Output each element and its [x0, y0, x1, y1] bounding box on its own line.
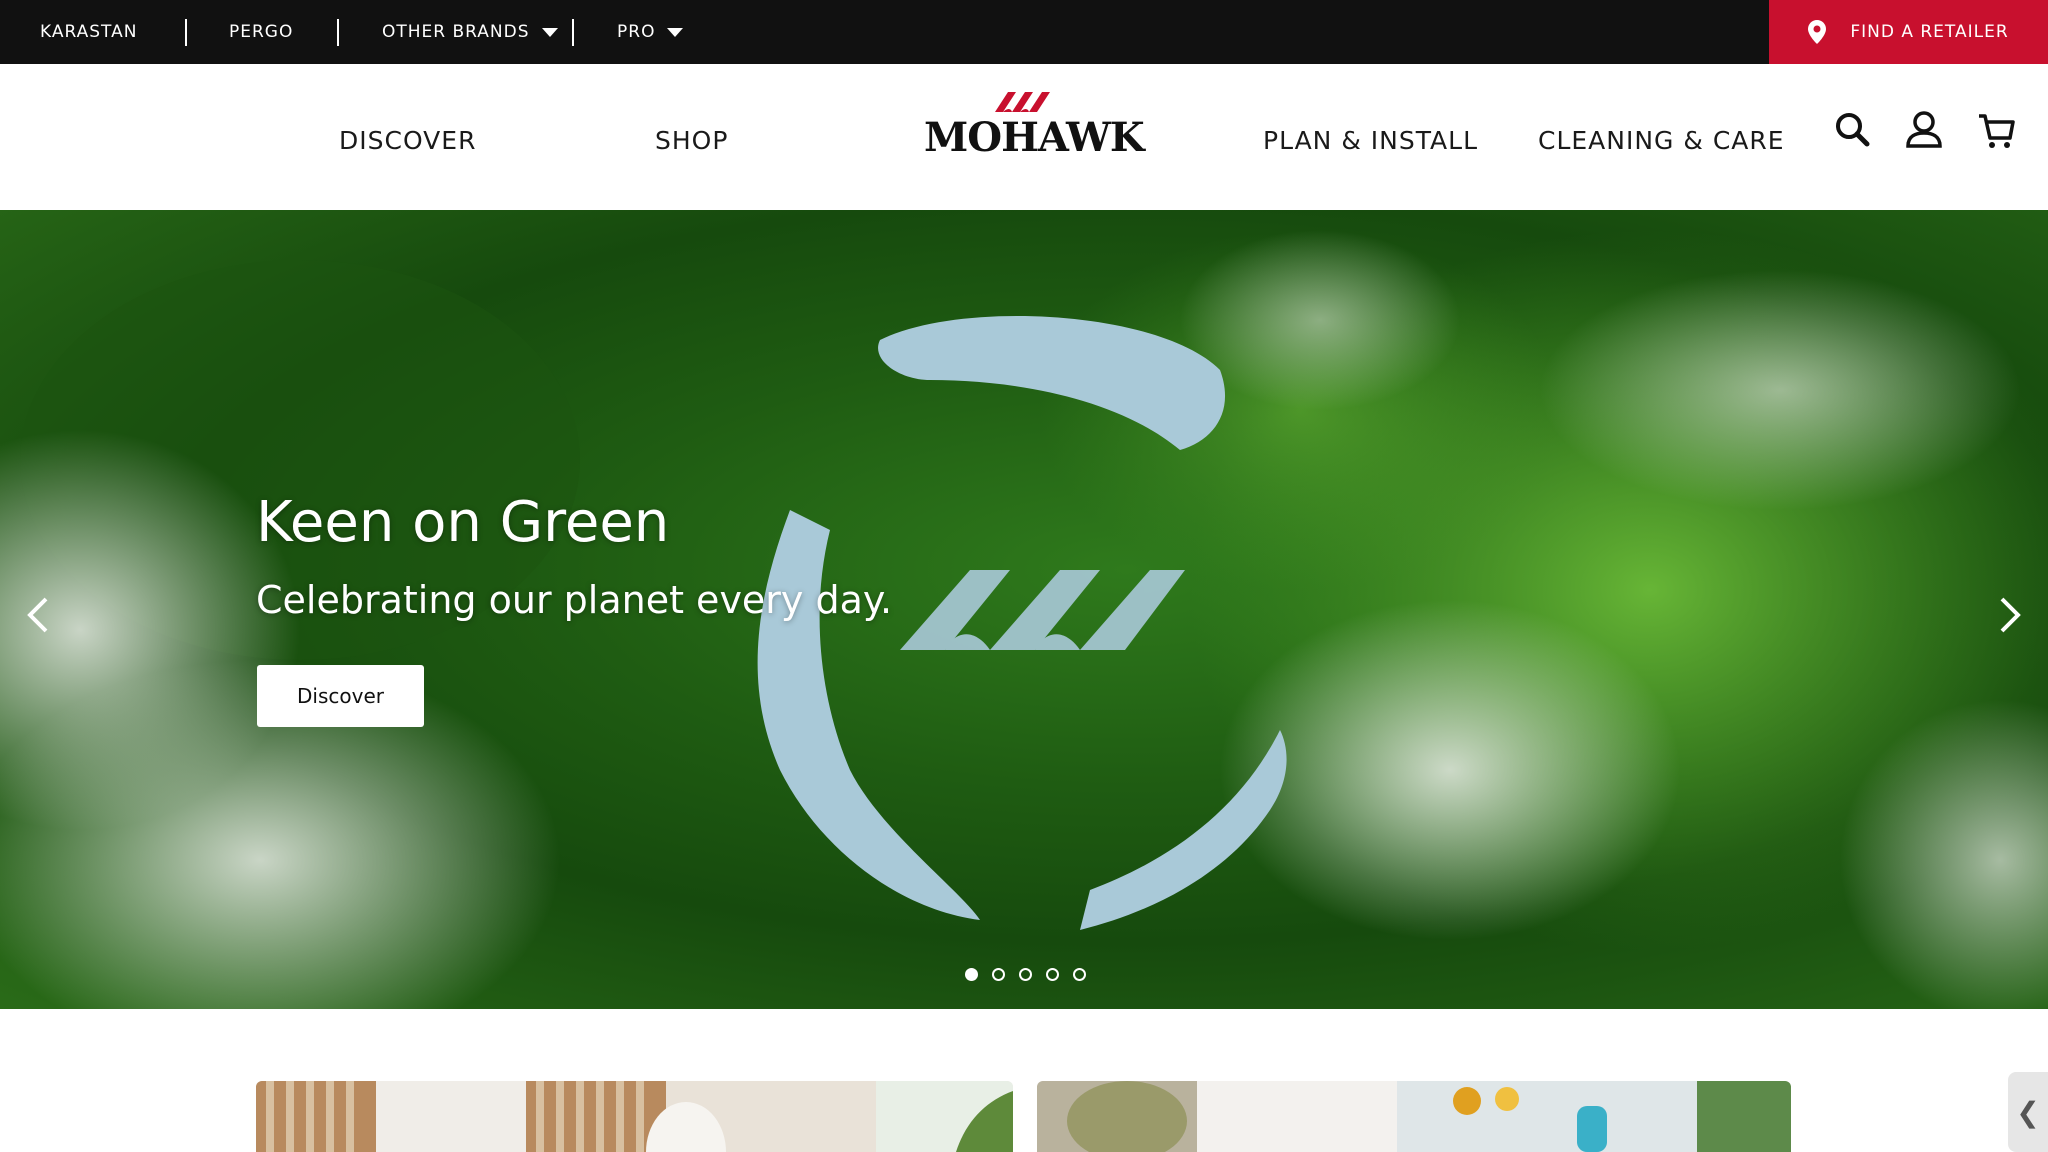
dining-room-image — [1037, 1081, 1791, 1152]
hero-title: Keen on Green — [256, 490, 670, 555]
promo-card-dining-room[interactable] — [1037, 1081, 1791, 1152]
nav-cleaning-care[interactable]: CLEANING & CARE — [1538, 126, 1785, 155]
location-pin-icon — [1808, 20, 1827, 44]
utility-bar: KARASTAN PERGO OTHER BRANDS PRO FIND A R… — [0, 0, 2048, 64]
find-retailer-button[interactable]: FIND A RETAILER — [1769, 0, 2048, 64]
nav-shop[interactable]: SHOP — [655, 126, 728, 155]
carousel-dot-4[interactable] — [1046, 968, 1059, 981]
carousel-dot-3[interactable] — [1019, 968, 1032, 981]
hero-subtitle: Celebrating our planet every day. — [256, 578, 893, 622]
nav-discover[interactable]: DISCOVER — [339, 126, 476, 155]
brand-link-pergo[interactable]: PERGO — [229, 0, 293, 64]
nav-label: DISCOVER — [339, 126, 477, 155]
cart-icon[interactable] — [1976, 108, 2016, 152]
brand-link-label: OTHER BRANDS — [382, 22, 530, 42]
other-brands-dropdown[interactable]: OTHER BRANDS — [382, 0, 558, 64]
carousel-dot-2[interactable] — [992, 968, 1005, 981]
logo-wordmark: MOHAWK — [924, 114, 1145, 161]
mohawk-logo[interactable]: MOHAWK — [924, 86, 1145, 161]
divider — [185, 19, 187, 46]
brand-link-label: PRO — [617, 22, 656, 42]
nav-label: SHOP — [655, 126, 729, 155]
brand-link-label: PERGO — [229, 22, 294, 42]
brand-link-label: KARASTAN — [40, 22, 138, 42]
nav-label: PLAN & INSTALL — [1263, 126, 1479, 155]
chevron-down-icon — [667, 27, 684, 37]
find-retailer-label: FIND A RETAILER — [1850, 22, 2009, 42]
chevron-down-icon — [541, 27, 558, 37]
nav-label: CLEANING & CARE — [1538, 126, 1785, 155]
carousel-next-arrow-icon[interactable] — [1990, 585, 2030, 645]
account-icon[interactable] — [1904, 108, 1944, 152]
divider — [337, 19, 339, 46]
living-room-image — [256, 1081, 1013, 1152]
hero-carousel: Keen on Green Celebrating our planet eve… — [0, 210, 2048, 1009]
divider — [572, 19, 574, 46]
main-navigation: DISCOVER SHOP MOHAWK PLAN & INSTALL CLEA… — [0, 64, 2048, 210]
side-panel-toggle[interactable]: ❮ — [2008, 1072, 2048, 1152]
chevron-left-icon: ❮ — [2016, 1095, 2040, 1129]
carousel-dot-1[interactable] — [965, 968, 978, 981]
nav-plan-install[interactable]: PLAN & INSTALL — [1263, 126, 1478, 155]
brand-link-karastan[interactable]: KARASTAN — [40, 0, 137, 64]
carousel-dot-5[interactable] — [1073, 968, 1086, 981]
carousel-prev-arrow-icon[interactable] — [18, 585, 58, 645]
carousel-dots — [965, 968, 1086, 981]
search-icon[interactable] — [1832, 108, 1872, 152]
discover-button[interactable]: Discover — [257, 665, 424, 727]
promo-card-living-room[interactable] — [256, 1081, 1013, 1152]
pro-dropdown[interactable]: PRO — [617, 0, 684, 64]
